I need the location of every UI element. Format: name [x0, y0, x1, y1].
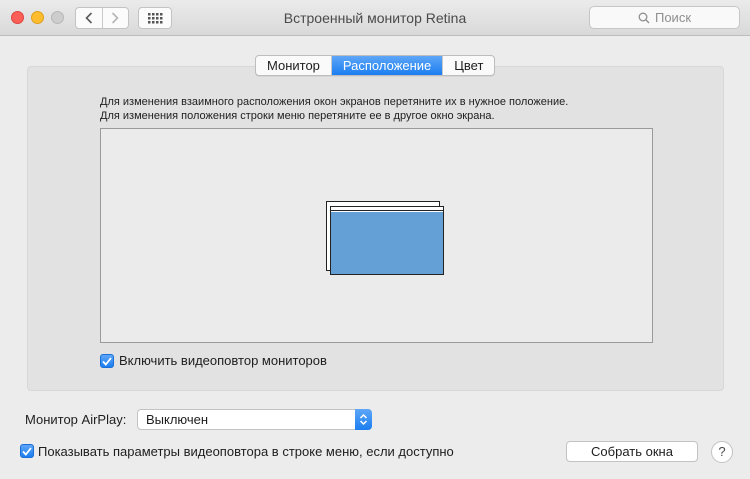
mirror-displays-checkbox[interactable]: [100, 354, 114, 368]
show-in-menu-bar-label[interactable]: Показывать параметры видеоповтора в стро…: [38, 444, 454, 459]
display-arrangement-area: [100, 128, 653, 343]
airplay-label: Монитор AirPlay:: [25, 412, 127, 427]
search-field[interactable]: Поиск: [589, 6, 740, 29]
display-thumbnail[interactable]: [330, 206, 444, 275]
airplay-select[interactable]: Выключен: [137, 409, 372, 430]
tab-color[interactable]: Цвет: [442, 56, 494, 75]
gather-windows-button[interactable]: Собрать окна: [566, 441, 698, 462]
arrangement-hint-line1: Для изменения взаимного расположения око…: [100, 96, 569, 108]
show-in-menu-bar-checkbox[interactable]: [20, 444, 34, 458]
search-icon: [638, 12, 650, 23]
title-bar: Встроенный монитор Retina Поиск: [0, 0, 750, 36]
tab-arrangement[interactable]: Расположение: [330, 56, 443, 75]
help-button[interactable]: ?: [711, 441, 733, 463]
menu-bar-strip[interactable]: [331, 207, 443, 211]
airplay-selected-value: Выключен: [146, 412, 209, 427]
arrangement-hint-line2: Для изменения положения строки меню пере…: [100, 110, 495, 122]
tab-bar: Монитор Расположение Цвет: [255, 55, 496, 76]
checkmark-icon: [22, 446, 32, 456]
display-screen: [331, 212, 443, 274]
updown-arrows-icon: [355, 409, 372, 430]
checkmark-icon: [102, 356, 112, 366]
tab-monitor[interactable]: Монитор: [256, 56, 331, 75]
search-placeholder: Поиск: [654, 10, 692, 25]
mirror-displays-label[interactable]: Включить видеоповтор мониторов: [119, 353, 327, 368]
